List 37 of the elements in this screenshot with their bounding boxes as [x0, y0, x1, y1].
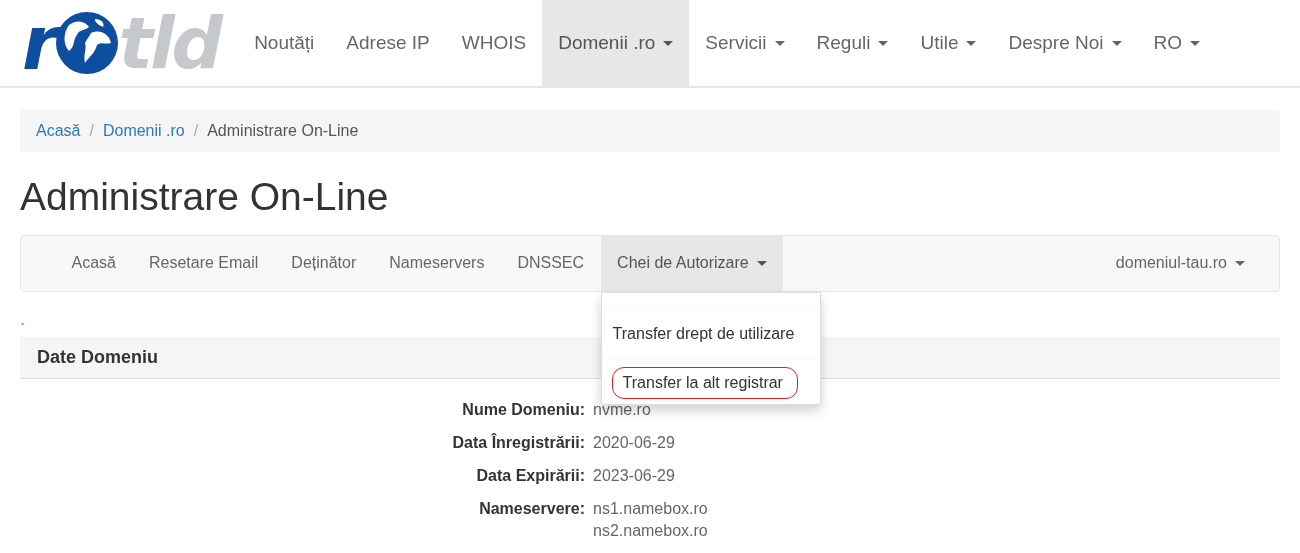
field-label: Nameservere:: [478, 498, 585, 519]
logo[interactable]: r tld: [22, 0, 221, 86]
field-label: Nume Domeniu:: [461, 399, 585, 420]
caret-icon: [1235, 260, 1245, 266]
breadcrumb-current: Administrare On-Line: [207, 121, 359, 141]
field-label: Data Înregistrării:: [451, 432, 585, 453]
field-value: 2023-06-29: [593, 465, 676, 486]
domain-dropdown[interactable]: domeniul-tau.ro: [1099, 235, 1279, 291]
breadcrumb-separator: /: [88, 121, 95, 141]
nav-link[interactable]: Servicii: [689, 0, 801, 86]
tab[interactable]: Nameservers: [372, 235, 501, 291]
nav-link[interactable]: Utile: [904, 0, 993, 86]
tab[interactable]: Deținător: [274, 235, 373, 291]
tab[interactable]: Resetare Email: [132, 235, 275, 291]
field-label: Data Expirării:: [475, 465, 585, 486]
nav-link[interactable]: RO: [1137, 0, 1216, 86]
tab[interactable]: Chei de Autorizare: [600, 235, 784, 291]
tab[interactable]: DNSSEC: [500, 235, 601, 291]
breadcrumb-link[interactable]: Domenii .ro: [102, 119, 185, 143]
nav-link[interactable]: WHOIS: [445, 0, 543, 86]
menu-item[interactable]: Transfer la alt registrar: [611, 366, 798, 399]
field-value: ns2.namebox.ro: [593, 520, 709, 541]
nav-link[interactable]: Adrese IP: [330, 0, 446, 86]
nav-link[interactable]: Domenii .ro: [542, 0, 690, 86]
breadcrumb-separator: /: [192, 121, 200, 141]
panel-title: Date Domeniu: [37, 345, 159, 369]
page-title: Administrare On-Line: [20, 174, 390, 220]
field-value: ns1.namebox.ro: [593, 498, 709, 519]
menu-item[interactable]: Transfer drept de utilizare: [601, 309, 820, 358]
field-value: 2020-06-29: [593, 432, 676, 453]
nav-link[interactable]: Noutăți: [238, 0, 331, 86]
tab[interactable]: Acasă: [55, 235, 133, 291]
field-value: nvme.ro: [593, 399, 652, 420]
breadcrumb-link[interactable]: Acasă: [36, 119, 81, 143]
nav-link[interactable]: Despre Noi: [992, 0, 1138, 86]
accent-mark: [21, 322, 24, 325]
nav-link[interactable]: Reguli: [800, 0, 905, 86]
